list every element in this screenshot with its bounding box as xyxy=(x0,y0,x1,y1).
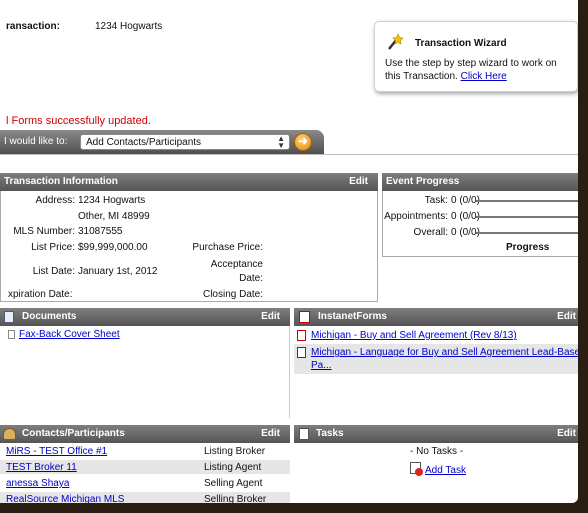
contact-name-link[interactable]: anessa Shaya xyxy=(6,478,69,489)
acceptance-label-line1: Acceptance xyxy=(210,259,263,270)
tasks-header: Tasks Edit xyxy=(294,425,578,443)
address-label: Address: xyxy=(35,195,75,206)
contacts-icon xyxy=(3,428,16,440)
instanetforms-header: InstanetForms Edit xyxy=(294,308,578,326)
task-progress-bar xyxy=(476,200,578,202)
pdf-icon xyxy=(297,347,306,358)
action-bar-label: I would like to: xyxy=(4,136,68,147)
purchase-price-label: Purchase Price: xyxy=(192,242,263,253)
form-link-continuation[interactable]: Pa... xyxy=(311,360,332,371)
transaction-label: ransaction: xyxy=(6,21,60,32)
mls-number-value: 31087555 xyxy=(78,226,123,237)
list-date-value: January 1st, 2012 xyxy=(78,266,158,277)
documents-title: Documents xyxy=(22,311,77,322)
event-progress-header: Event Progress xyxy=(382,173,578,191)
list-price-label: List Price: xyxy=(31,242,75,253)
contact-role: Listing Agent xyxy=(204,462,262,473)
action-select[interactable]: Add Contacts/Participants ▲ ▼ xyxy=(80,134,290,150)
transaction-name: 1234 Hogwarts xyxy=(95,21,163,32)
pdf-icon xyxy=(299,311,310,323)
form-link[interactable]: Michigan - Language for Buy and Sell Agr… xyxy=(311,347,578,358)
contact-role: Listing Broker xyxy=(204,446,266,457)
form-link[interactable]: Michigan - Buy and Sell Agreement (Rev 8… xyxy=(311,330,517,341)
closing-date-label: Closing Date: xyxy=(202,289,263,300)
transaction-info-edit-button[interactable]: Edit xyxy=(349,173,368,191)
contacts-header: Contacts/Participants Edit xyxy=(0,425,290,443)
contact-name-link[interactable]: MiRS - TEST Office #1 xyxy=(6,446,107,457)
contacts-title: Contacts/Participants xyxy=(22,428,125,439)
address-line2: Other, MI 48999 xyxy=(78,211,150,222)
contact-role: Selling Broker xyxy=(204,494,267,503)
appointments-progress-label: Appointments: xyxy=(384,211,448,222)
document-icon xyxy=(4,311,14,323)
overall-progress-label: Overall: xyxy=(413,227,448,238)
add-badge-icon xyxy=(415,468,423,476)
task-progress-label: Task: xyxy=(424,195,448,206)
magic-wand-icon xyxy=(388,33,404,50)
wizard-title: Transaction Wizard xyxy=(415,38,507,49)
instanetforms-title: InstanetForms xyxy=(318,311,387,322)
acceptance-label-line2: Date: xyxy=(239,273,263,284)
wizard-text: Use the step by step wizard to work on t… xyxy=(385,57,573,83)
tasks-edit-button[interactable]: Edit xyxy=(557,425,576,443)
add-task-link[interactable]: Add Task xyxy=(425,465,466,476)
action-select-value: Add Contacts/Participants xyxy=(86,137,202,148)
transaction-page: ransaction: 1234 Hogwarts Transaction Wi… xyxy=(0,0,578,503)
overall-progress-bar xyxy=(476,232,578,234)
list-price-value: $99,999,000.00 xyxy=(78,242,148,253)
document-link[interactable]: Fax-Back Cover Sheet xyxy=(19,329,120,340)
contacts-edit-button[interactable]: Edit xyxy=(261,425,280,443)
no-tasks-text: - No Tasks - xyxy=(410,446,464,457)
pdf-icon xyxy=(297,330,306,341)
tasks-title: Tasks xyxy=(316,428,344,439)
address-line1: 1234 Hogwarts xyxy=(78,195,146,206)
contact-name-link[interactable]: TEST Broker 11 xyxy=(6,462,77,473)
success-message: l Forms successfully updated. xyxy=(6,115,151,127)
arrow-right-icon: ➜ xyxy=(297,134,309,148)
action-bar-divider xyxy=(0,154,578,155)
documents-header: Documents Edit xyxy=(0,308,290,326)
transaction-wizard-box: Transaction Wizard Use the step by step … xyxy=(374,21,578,92)
select-arrows-icon: ▲ ▼ xyxy=(277,134,285,150)
list-date-label: List Date: xyxy=(32,266,75,277)
clipboard-icon xyxy=(299,428,309,440)
contact-role: Selling Agent xyxy=(204,478,263,489)
expiration-date-label: xpiration Date: xyxy=(8,289,73,300)
go-button[interactable]: ➜ xyxy=(294,133,312,151)
progress-footer: Progress xyxy=(506,242,550,253)
file-icon xyxy=(8,330,15,339)
appointments-progress-bar xyxy=(476,216,578,218)
instanetforms-edit-button[interactable]: Edit xyxy=(557,308,576,326)
documents-edit-button[interactable]: Edit xyxy=(261,308,280,326)
contact-name-link[interactable]: RealSource Michigan MLS xyxy=(6,494,124,503)
transaction-info-title: Transaction Information xyxy=(4,176,118,187)
wizard-click-here-link[interactable]: Click Here xyxy=(461,71,507,82)
mls-number-label: MLS Number: xyxy=(13,226,75,237)
action-bar: I would like to: Add Contacts/Participan… xyxy=(0,130,324,154)
transaction-info-header: Transaction Information Edit xyxy=(0,173,378,191)
event-progress-title: Event Progress xyxy=(386,176,460,187)
